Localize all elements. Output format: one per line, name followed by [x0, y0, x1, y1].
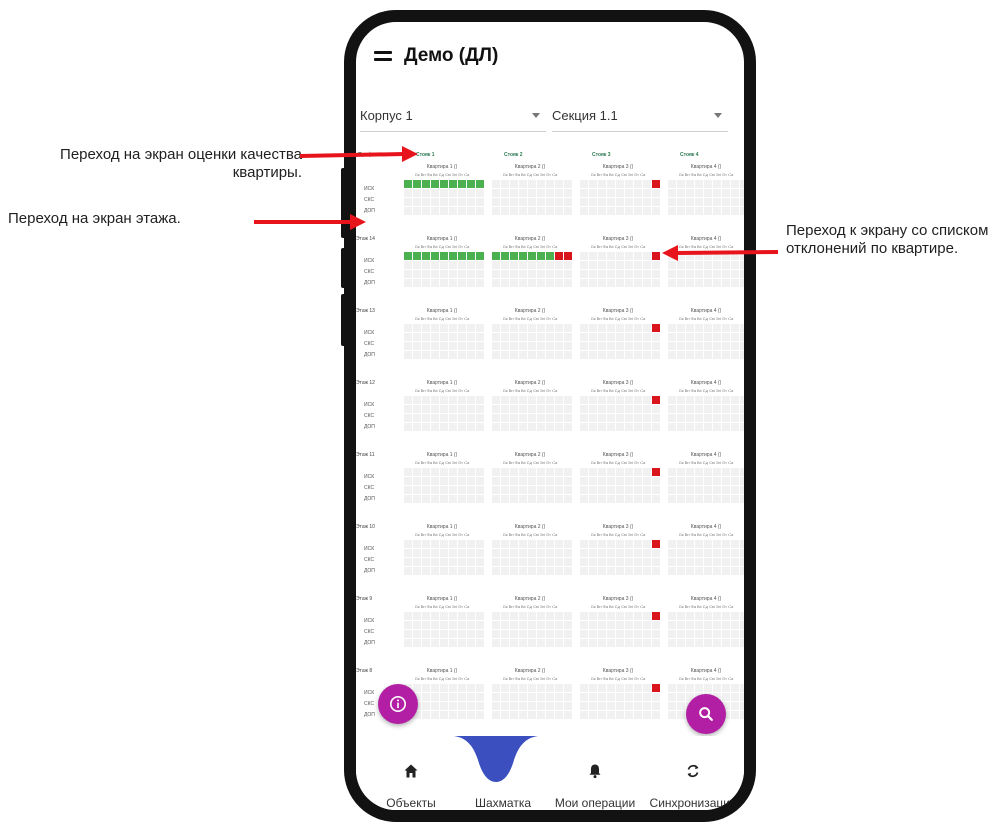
arrow-icon — [254, 214, 366, 230]
arrow-icon — [662, 245, 779, 261]
arrow-icon — [299, 146, 418, 162]
annotation-arrows — [254, 146, 779, 261]
